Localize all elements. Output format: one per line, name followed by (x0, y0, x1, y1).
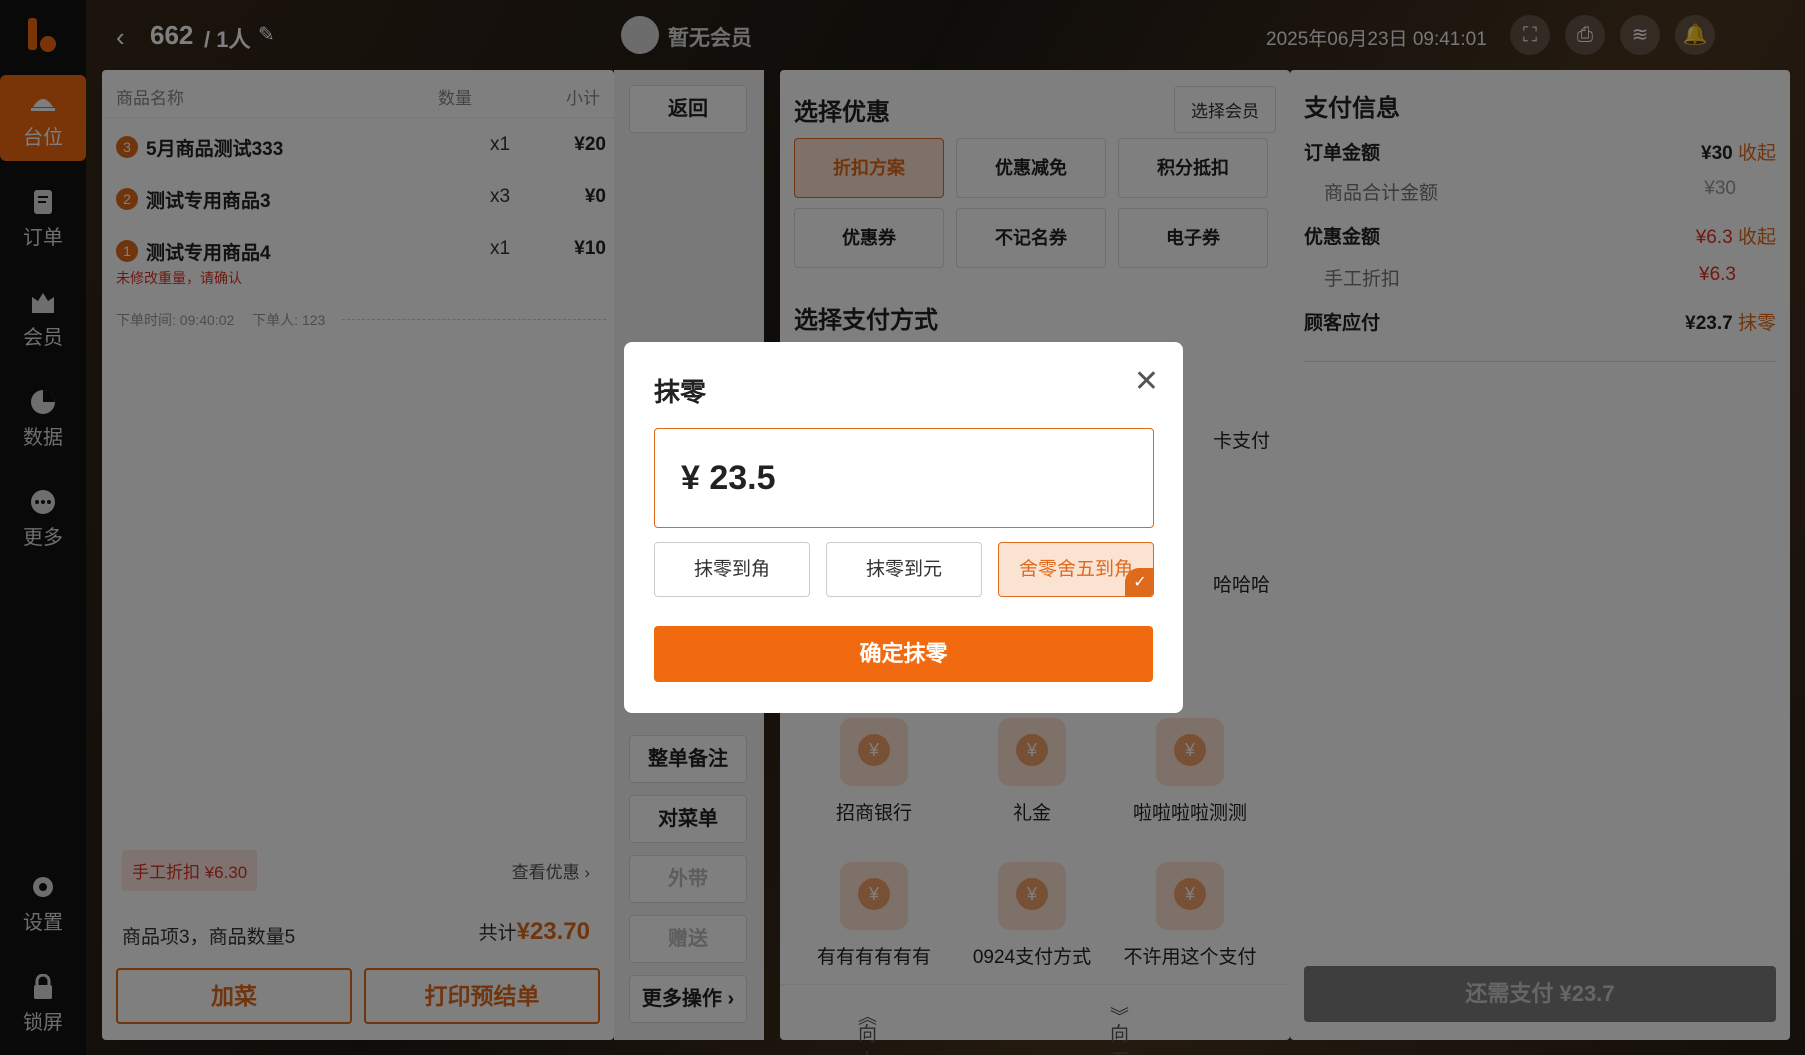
option-round-half-jiao[interactable]: 舍零舍五到角 ✓ (998, 542, 1154, 597)
option-label: 抹零到元 (865, 559, 942, 580)
round-off-dialog: 抹零 ✕ ¥ 23.5 抹零到角 抹零到元 舍零舍五到角 ✓ 确定抹零 (624, 342, 1183, 713)
checkmark-icon: ✓ (1125, 568, 1153, 596)
amount-display[interactable]: ¥ 23.5 (654, 428, 1154, 528)
option-label: 抹零到角 (693, 559, 770, 580)
option-round-jiao[interactable]: 抹零到角 (654, 542, 810, 597)
close-icon[interactable]: ✕ (1134, 364, 1159, 399)
confirm-round-off-button[interactable]: 确定抹零 (654, 626, 1153, 682)
option-label: 舍零舍五到角 (1018, 559, 1133, 580)
option-round-yuan[interactable]: 抹零到元 (826, 542, 982, 597)
dialog-title: 抹零 (654, 377, 707, 407)
